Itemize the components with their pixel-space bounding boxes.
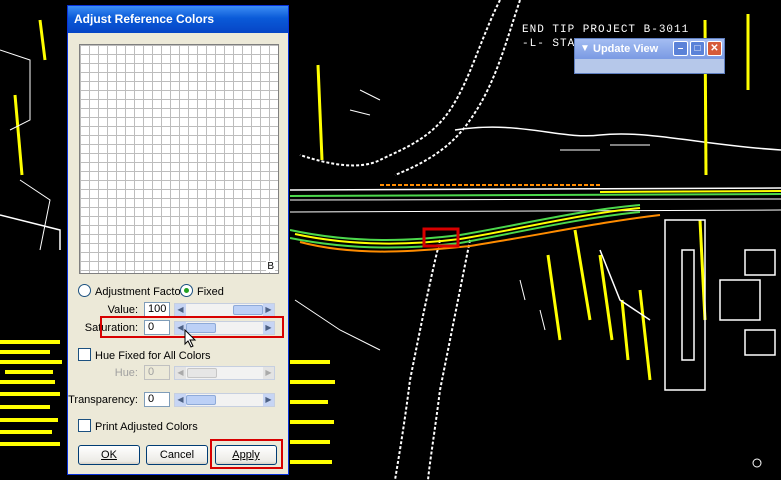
update-view-title: Update View	[593, 43, 659, 55]
slider-left-arrow-icon[interactable]: ◀	[175, 394, 186, 406]
value-label: Value:	[107, 304, 138, 316]
close-icon[interactable]: ✕	[707, 41, 722, 56]
slider-right-arrow-icon[interactable]: ▶	[263, 394, 274, 406]
dialog-title: Adjust Reference Colors	[68, 6, 288, 33]
hue-fixed-checkbox[interactable]: Hue Fixed for All Colors	[78, 348, 211, 362]
slider-left-arrow-icon: ◀	[175, 367, 186, 379]
adjustment-factor-radio[interactable]: Adjustment Factor	[78, 284, 184, 298]
minimize-icon[interactable]: –	[673, 41, 688, 56]
cad-project-label: END TIP PROJECT B-3011	[522, 24, 690, 36]
adjust-reference-colors-dialog[interactable]: Adjust Reference Colors B Adjustment Fac…	[67, 5, 289, 475]
grid-corner-label: B	[266, 261, 275, 272]
value-slider[interactable]: ◀ ▶	[174, 303, 275, 317]
transparency-label: Transparency:	[68, 394, 138, 406]
checkbox-icon	[78, 348, 91, 361]
fixed-label: Fixed	[197, 286, 224, 298]
value-slider-thumb[interactable]	[233, 305, 263, 315]
print-adjusted-label: Print Adjusted Colors	[95, 421, 198, 433]
color-grid-preview: B	[79, 44, 279, 274]
radio-on-icon	[180, 284, 193, 297]
transparency-slider[interactable]: ◀ ▶	[174, 393, 275, 407]
update-view-window[interactable]: ▼ Update View – □ ✕	[574, 38, 725, 74]
update-view-titlebar[interactable]: ▼ Update View – □ ✕	[575, 39, 724, 59]
cancel-button[interactable]: Cancel	[146, 445, 208, 465]
hue-label: Hue:	[114, 367, 138, 379]
apply-highlight	[210, 439, 283, 469]
transparency-slider-thumb[interactable]	[186, 395, 216, 405]
print-adjusted-checkbox[interactable]: Print Adjusted Colors	[78, 419, 198, 433]
slider-right-arrow-icon: ▶	[263, 367, 274, 379]
maximize-icon[interactable]: □	[690, 41, 705, 56]
value-field[interactable]: 100	[144, 302, 170, 317]
hue-field: 0	[144, 365, 170, 380]
cad-station-label: -L- STA	[522, 38, 576, 50]
fixed-radio[interactable]: Fixed	[180, 284, 224, 298]
hue-slider: ◀ ▶	[174, 366, 275, 380]
adjustment-factor-label: Adjustment Factor	[95, 286, 185, 298]
checkbox-icon	[78, 419, 91, 432]
hue-slider-thumb	[187, 368, 217, 378]
ok-button[interactable]: OK	[78, 445, 140, 465]
mouse-cursor-icon	[184, 329, 197, 348]
pin-icon: ▼	[580, 43, 590, 54]
radio-off-icon	[78, 284, 91, 297]
hue-fixed-label: Hue Fixed for All Colors	[95, 350, 211, 362]
transparency-field[interactable]: 0	[144, 392, 170, 407]
slider-right-arrow-icon[interactable]: ▶	[263, 304, 274, 316]
slider-left-arrow-icon[interactable]: ◀	[175, 304, 186, 316]
